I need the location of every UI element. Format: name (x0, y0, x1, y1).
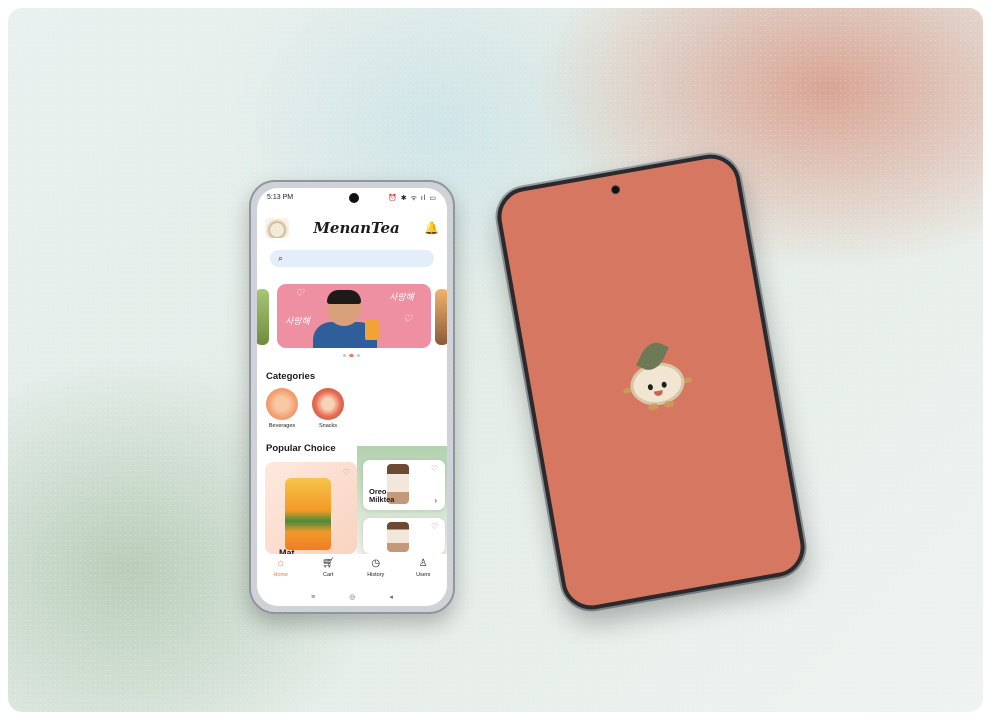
heart-doodle-icon: ♡ (403, 314, 412, 325)
phone-mockup-left: 5:13 PM ⏰ ✱ ᯤ ıl ▭ MenanTea 🔔 ⌕ 사랑해 사랑해 … (249, 180, 455, 614)
home-button-icon[interactable]: ◎ (349, 593, 355, 601)
tab-label: Users (416, 572, 431, 578)
mascot-foot (663, 400, 675, 409)
user-icon: ♙ (418, 558, 428, 569)
logo-icon[interactable] (265, 218, 289, 238)
tab-label: History (367, 572, 385, 578)
tab-history[interactable]: ◷ History (358, 558, 394, 578)
heart-doodle-icon: ♡ (295, 288, 304, 299)
bell-icon[interactable]: 🔔 (424, 221, 439, 235)
product-image (285, 478, 331, 550)
banner-next-peek[interactable] (435, 289, 447, 345)
app-screen: 5:13 PM ⏰ ✱ ᯤ ıl ▭ MenanTea 🔔 ⌕ 사랑해 사랑해 … (257, 188, 447, 606)
tab-label: Cart (323, 572, 334, 578)
banner-person-hair (327, 290, 361, 304)
banner-drink (365, 320, 379, 340)
categories-title: Categories (266, 371, 316, 382)
category-label: Beverages (268, 423, 296, 429)
heart-icon[interactable]: ♡ (431, 464, 438, 473)
carousel-dot-active[interactable] (349, 354, 354, 357)
category-beverages[interactable]: Beverages (265, 388, 299, 429)
search-icon: ⌕ (278, 253, 284, 263)
product-name: Oreo Milktea (369, 487, 395, 504)
carousel-dot[interactable] (357, 354, 360, 357)
bottom-tab-bar: ⌂ Home 🛒︎ Cart ◷ History ♙ Users (257, 554, 447, 588)
product-card[interactable]: ♡ (363, 518, 445, 554)
recents-icon[interactable]: ≡ (311, 594, 315, 601)
home-icon: ⌂ (277, 558, 284, 569)
search-input[interactable]: ⌕ (270, 250, 434, 267)
grain-texture (8, 8, 983, 712)
tab-label: Home (273, 572, 289, 578)
front-camera (349, 193, 359, 203)
snacks-image (312, 388, 344, 420)
banner-text-right: 사랑해 (389, 292, 414, 302)
mockup-background: 5:13 PM ⏰ ✱ ᯤ ıl ▭ MenanTea 🔔 ⌕ 사랑해 사랑해 … (8, 8, 983, 712)
banner-text-left: 사랑해 (285, 316, 310, 326)
beverages-image (266, 388, 298, 420)
product-card[interactable]: ♡ Oreo Milktea › (363, 460, 445, 510)
tab-users[interactable]: ♙ Users (405, 558, 441, 578)
heart-icon[interactable]: ♡ (343, 468, 350, 477)
tab-home[interactable]: ⌂ Home (263, 558, 299, 578)
category-snacks[interactable]: Snacks (311, 388, 345, 429)
history-icon: ◷ (371, 558, 381, 569)
product-card-featured[interactable]: ♡ Mat... (265, 462, 357, 558)
leaf-rice-mascot-icon (615, 335, 696, 418)
cart-icon: 🛒︎ (321, 558, 335, 569)
popular-title: Popular Choice (266, 443, 336, 454)
product-image (387, 522, 409, 552)
carousel-indicator (343, 354, 360, 357)
status-icons: ⏰ ✱ ᯤ ıl ▭ (388, 195, 437, 202)
back-icon[interactable]: ◂ (389, 593, 393, 601)
tab-cart[interactable]: 🛒︎ Cart (310, 558, 346, 578)
promo-banner[interactable]: 사랑해 사랑해 ♡ ♡ (277, 284, 431, 348)
carousel-dot[interactable] (343, 354, 346, 357)
system-nav-bar: ≡ ◎ ◂ (257, 588, 447, 606)
app-brand: MenanTea (313, 219, 400, 237)
status-time: 5:13 PM (267, 194, 294, 201)
category-label: Snacks (318, 423, 338, 429)
app-header: MenanTea 🔔 (265, 216, 439, 240)
chevron-right-icon[interactable]: › (434, 496, 437, 505)
heart-icon[interactable]: ♡ (431, 522, 438, 531)
front-camera (610, 184, 621, 195)
mascot-foot (647, 403, 659, 411)
banner-prev-peek[interactable] (257, 289, 269, 345)
